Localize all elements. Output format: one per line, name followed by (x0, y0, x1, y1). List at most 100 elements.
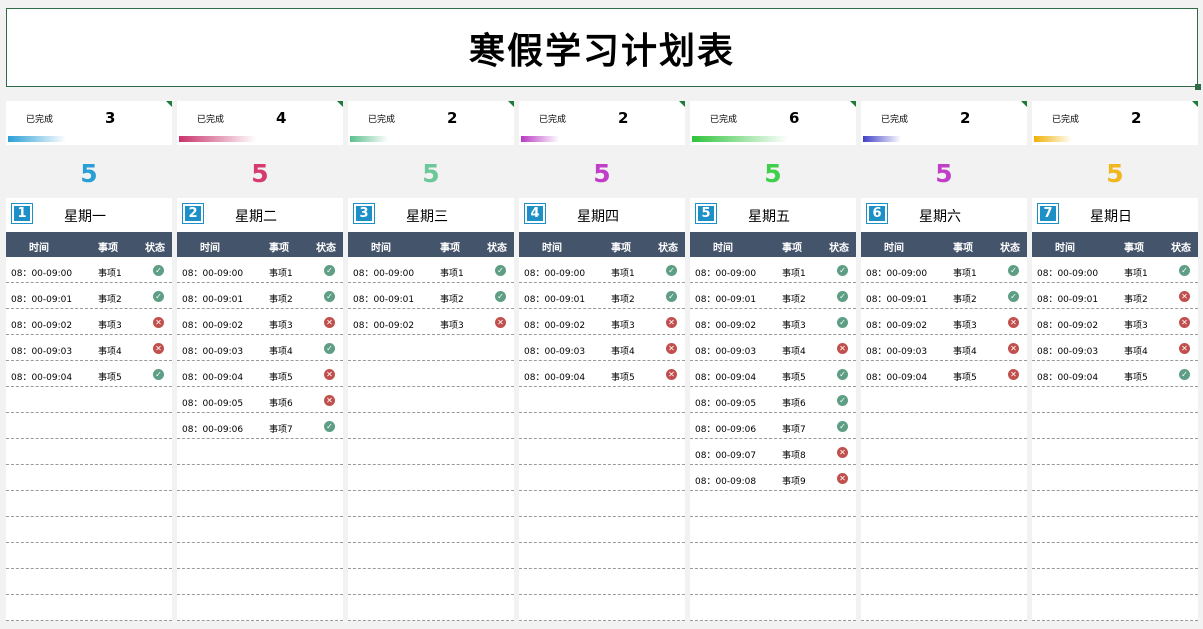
empty-row[interactable] (6, 543, 172, 569)
table-row[interactable]: 08：00-09:04 事项5 ✕ (177, 361, 343, 387)
table-row[interactable]: 08：00-09:04 事项5 ✕ (519, 361, 685, 387)
table-row[interactable]: 08：00-09:05 事项6 ✓ (690, 387, 856, 413)
empty-row[interactable] (861, 439, 1027, 465)
empty-row[interactable] (1032, 569, 1198, 595)
table-row[interactable]: 08：00-09:02 事项3 ✕ (1032, 309, 1198, 335)
table-row[interactable]: 08：00-09:03 事项4 ✕ (861, 335, 1027, 361)
table-row[interactable]: 08：00-09:06 事项7 ✓ (690, 413, 856, 439)
table-row[interactable]: 08：00-09:06 事项7 ✓ (177, 413, 343, 439)
empty-row[interactable] (6, 387, 172, 413)
empty-row[interactable] (348, 491, 514, 517)
empty-row[interactable] (690, 543, 856, 569)
empty-row[interactable] (348, 543, 514, 569)
empty-row[interactable] (177, 517, 343, 543)
table-row[interactable]: 08：00-09:03 事项4 ✕ (690, 335, 856, 361)
table-row[interactable]: 08：00-09:00 事项1 ✓ (519, 257, 685, 283)
table-row[interactable]: 08：00-09:00 事项1 ✓ (1032, 257, 1198, 283)
table-row[interactable]: 08：00-09:08 事项9 ✕ (690, 465, 856, 491)
empty-row[interactable] (348, 439, 514, 465)
table-row[interactable]: 08：00-09:05 事项6 ✕ (177, 387, 343, 413)
table-row[interactable]: 08：00-09:04 事项5 ✓ (690, 361, 856, 387)
empty-row[interactable] (348, 387, 514, 413)
empty-row[interactable] (177, 491, 343, 517)
table-row[interactable]: 08：00-09:02 事项3 ✕ (348, 309, 514, 335)
table-row[interactable]: 08：00-09:01 事项2 ✓ (690, 283, 856, 309)
empty-row[interactable] (519, 387, 685, 413)
table-row[interactable]: 08：00-09:00 事项1 ✓ (6, 257, 172, 283)
empty-row[interactable] (861, 517, 1027, 543)
empty-row[interactable] (6, 595, 172, 621)
row-time: 08：00-09:05 (182, 399, 244, 409)
table-row[interactable]: 08：00-09:01 事项2 ✓ (348, 283, 514, 309)
table-row[interactable]: 08：00-09:02 事项3 ✕ (519, 309, 685, 335)
table-row[interactable]: 08：00-09:04 事项5 ✓ (6, 361, 172, 387)
empty-row[interactable] (519, 439, 685, 465)
empty-row[interactable] (519, 517, 685, 543)
empty-row[interactable] (1032, 595, 1198, 621)
empty-row[interactable] (1032, 491, 1198, 517)
table-row[interactable]: 08：00-09:00 事项1 ✓ (177, 257, 343, 283)
table-row[interactable]: 08：00-09:02 事项3 ✕ (861, 309, 1027, 335)
table-row[interactable]: 08：00-09:00 事项1 ✓ (690, 257, 856, 283)
table-row[interactable]: 08：00-09:01 事项2 ✓ (861, 283, 1027, 309)
table-row[interactable]: 08：00-09:00 事项1 ✓ (861, 257, 1027, 283)
empty-row[interactable] (6, 491, 172, 517)
empty-row[interactable] (348, 361, 514, 387)
table-row[interactable]: 08：00-09:03 事项4 ✓ (177, 335, 343, 361)
table-row[interactable]: 08：00-09:03 事项4 ✕ (1032, 335, 1198, 361)
empty-row[interactable] (519, 413, 685, 439)
empty-row[interactable] (6, 569, 172, 595)
table-row[interactable]: 08：00-09:02 事项3 ✕ (177, 309, 343, 335)
empty-row[interactable] (861, 465, 1027, 491)
empty-row[interactable] (177, 595, 343, 621)
empty-row[interactable] (177, 439, 343, 465)
empty-row[interactable] (348, 517, 514, 543)
empty-row[interactable] (348, 595, 514, 621)
empty-row[interactable] (6, 439, 172, 465)
empty-row[interactable] (690, 569, 856, 595)
empty-row[interactable] (177, 569, 343, 595)
table-row[interactable]: 08：00-09:01 事项2 ✓ (6, 283, 172, 309)
empty-row[interactable] (690, 491, 856, 517)
empty-row[interactable] (690, 595, 856, 621)
empty-row[interactable] (348, 335, 514, 361)
empty-row[interactable] (861, 595, 1027, 621)
empty-row[interactable] (6, 517, 172, 543)
table-row[interactable]: 08：00-09:03 事项4 ✕ (519, 335, 685, 361)
selection-handle[interactable] (1195, 84, 1201, 90)
empty-row[interactable] (177, 465, 343, 491)
table-row[interactable]: 08：00-09:02 事项3 ✕ (6, 309, 172, 335)
empty-row[interactable] (1032, 465, 1198, 491)
empty-row[interactable] (1032, 439, 1198, 465)
table-row[interactable]: 08：00-09:01 事项2 ✕ (1032, 283, 1198, 309)
empty-row[interactable] (690, 517, 856, 543)
table-row[interactable]: 08：00-09:01 事项2 ✓ (177, 283, 343, 309)
empty-row[interactable] (348, 413, 514, 439)
empty-row[interactable] (519, 491, 685, 517)
empty-row[interactable] (861, 413, 1027, 439)
table-row[interactable]: 08：00-09:02 事项3 ✓ (690, 309, 856, 335)
empty-row[interactable] (1032, 543, 1198, 569)
empty-row[interactable] (1032, 413, 1198, 439)
empty-row[interactable] (519, 543, 685, 569)
empty-row[interactable] (519, 569, 685, 595)
empty-row[interactable] (348, 569, 514, 595)
table-row[interactable]: 08：00-09:04 事项5 ✕ (861, 361, 1027, 387)
empty-row[interactable] (519, 595, 685, 621)
empty-row[interactable] (861, 543, 1027, 569)
empty-row[interactable] (861, 491, 1027, 517)
empty-row[interactable] (1032, 517, 1198, 543)
empty-row[interactable] (6, 465, 172, 491)
table-row[interactable]: 08：00-09:03 事项4 ✕ (6, 335, 172, 361)
empty-row[interactable] (861, 387, 1027, 413)
table-row[interactable]: 08：00-09:07 事项8 ✕ (690, 439, 856, 465)
empty-row[interactable] (1032, 387, 1198, 413)
table-row[interactable]: 08：00-09:04 事项5 ✓ (1032, 361, 1198, 387)
table-row[interactable]: 08：00-09:00 事项1 ✓ (348, 257, 514, 283)
empty-row[interactable] (348, 465, 514, 491)
empty-row[interactable] (861, 569, 1027, 595)
empty-row[interactable] (177, 543, 343, 569)
table-row[interactable]: 08：00-09:01 事项2 ✓ (519, 283, 685, 309)
empty-row[interactable] (6, 413, 172, 439)
empty-row[interactable] (519, 465, 685, 491)
